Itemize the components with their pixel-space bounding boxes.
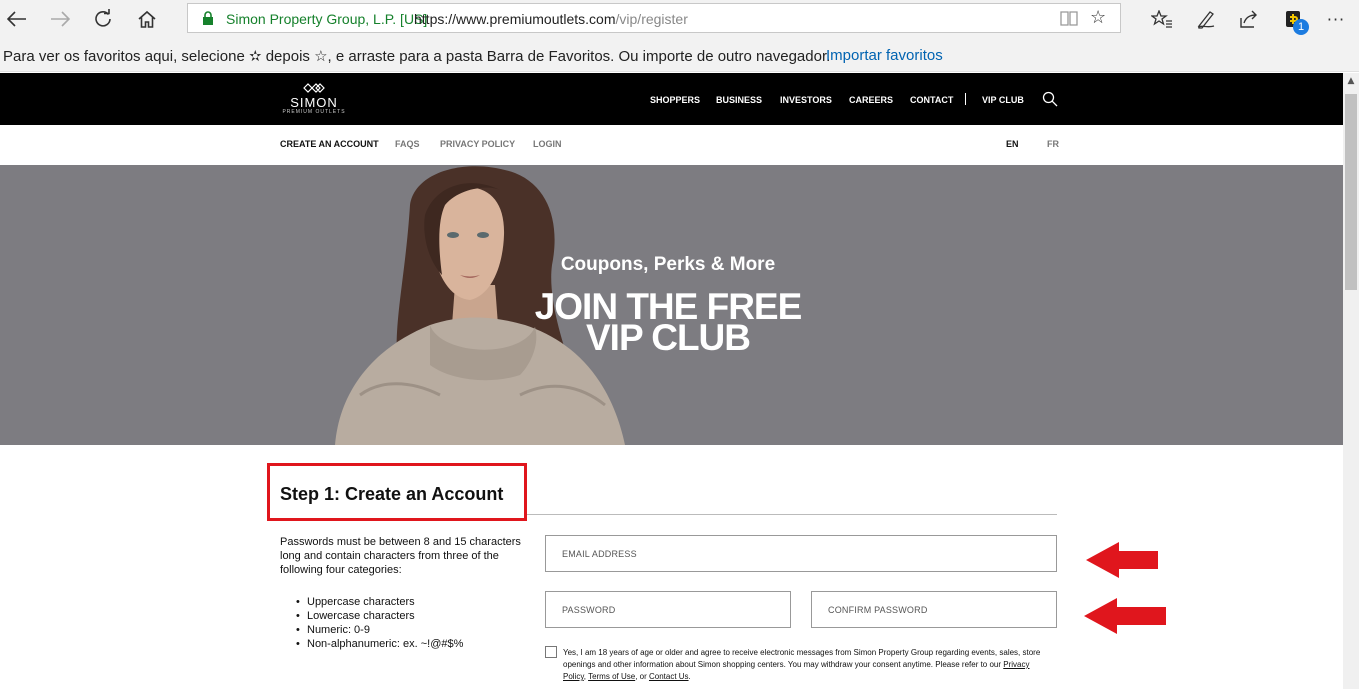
- url-path: /vip/register: [615, 11, 688, 27]
- share-icon[interactable]: [1235, 5, 1263, 33]
- password-rule: Numeric: 0-9: [296, 623, 463, 637]
- browser-toolbar: Simon Property Group, L.P. [US] https://…: [0, 0, 1359, 38]
- email-field[interactable]: [545, 535, 1057, 572]
- import-favorites-link[interactable]: Importar favoritos: [826, 47, 943, 64]
- scrollbar-thumb[interactable]: [1345, 94, 1357, 290]
- subnav-faqs[interactable]: FAQS: [395, 139, 420, 149]
- sub-navigation: CREATE AN ACCOUNT FAQS PRIVACY POLICY LO…: [0, 125, 1343, 165]
- scroll-up-icon[interactable]: ▲: [1343, 73, 1359, 89]
- logo-mark-icon: [303, 83, 325, 93]
- subnav-login[interactable]: LOGIN: [533, 139, 562, 149]
- red-arrow-annotation-icon: [1084, 598, 1166, 634]
- nav-business[interactable]: BUSINESS: [716, 95, 762, 105]
- consent-checkbox[interactable]: [545, 646, 557, 658]
- logo-subtitle: PREMIUM OUTLETS: [282, 109, 346, 115]
- password-requirements-text: Passwords must be between 8 and 15 chara…: [280, 536, 521, 576]
- favorites-bar: Para ver os favoritos aqui, selecione ✫ …: [0, 38, 1359, 72]
- favorites-hub-icon[interactable]: [1148, 5, 1176, 33]
- home-icon[interactable]: [133, 5, 161, 33]
- url-text[interactable]: https://www.premiumoutlets.com/vip/regis…: [414, 11, 688, 27]
- extension-badge: 1: [1293, 19, 1309, 35]
- contact-us-link[interactable]: Contact Us: [649, 672, 689, 681]
- hero-title-line-2: VIP CLUB: [585, 317, 751, 358]
- favorites-bar-message: Para ver os favoritos aqui, selecione ✫ …: [3, 48, 831, 65]
- nav-careers[interactable]: CAREERS: [849, 95, 893, 105]
- lock-icon: [203, 11, 213, 25]
- favorite-star-icon[interactable]: ☆: [1090, 7, 1106, 28]
- language-en[interactable]: EN: [1006, 139, 1019, 149]
- consent-end: .: [688, 672, 691, 681]
- password-rule: Lowercase characters: [296, 609, 463, 623]
- site-header: SIMON PREMIUM OUTLETS SHOPPERS BUSINESS …: [0, 73, 1343, 125]
- more-icon[interactable]: ···: [1322, 5, 1350, 33]
- simon-logo[interactable]: SIMON PREMIUM OUTLETS: [281, 83, 347, 117]
- password-field[interactable]: [545, 591, 791, 628]
- subnav-create-account[interactable]: CREATE AN ACCOUNT: [280, 139, 379, 149]
- site-identity[interactable]: Simon Property Group, L.P. [US]: [226, 11, 427, 27]
- hero-banner: Coupons, Perks & More JOIN THE FREE VIP …: [0, 165, 1343, 445]
- consent-or: , or: [635, 672, 649, 681]
- password-rule: Non-alphanumeric: ex. ~!@#$%: [296, 637, 463, 651]
- page-viewport: SIMON PREMIUM OUTLETS SHOPPERS BUSINESS …: [0, 73, 1343, 689]
- step-title: Step 1: Create an Account: [280, 484, 504, 504]
- password-rules-list: Uppercase characters Lowercase character…: [296, 595, 463, 651]
- forward-arrow-icon[interactable]: [46, 5, 74, 33]
- nav-vip-club[interactable]: VIP CLUB: [982, 95, 1024, 105]
- section-divider: [527, 514, 1057, 515]
- nav-divider: [965, 93, 966, 105]
- hero-subtitle: Coupons, Perks & More: [560, 254, 776, 275]
- nav-investors[interactable]: INVESTORS: [780, 95, 832, 105]
- url-host: https://www.premiumoutlets.com: [414, 11, 616, 27]
- back-arrow-icon[interactable]: [3, 5, 31, 33]
- address-bar[interactable]: Simon Property Group, L.P. [US] https://…: [187, 3, 1121, 33]
- password-rule: Uppercase characters: [296, 595, 463, 609]
- pen-icon[interactable]: [1192, 5, 1220, 33]
- language-fr[interactable]: FR: [1047, 139, 1059, 149]
- consent-text: Yes, I am 18 years of age or older and a…: [563, 647, 1048, 683]
- nav-contact[interactable]: CONTACT: [910, 95, 953, 105]
- reading-view-icon[interactable]: [1060, 10, 1078, 26]
- terms-of-use-link[interactable]: Terms of Use: [588, 672, 635, 681]
- red-arrow-annotation-icon: [1086, 542, 1158, 578]
- logo-word: SIMON: [290, 95, 338, 110]
- hero-title: JOIN THE FREE VIP CLUB: [468, 288, 868, 358]
- consent-body: Yes, I am 18 years of age or older and a…: [563, 648, 1041, 669]
- search-icon[interactable]: [1042, 91, 1058, 107]
- nav-shoppers[interactable]: SHOPPERS: [650, 95, 700, 105]
- refresh-icon[interactable]: [89, 5, 117, 33]
- confirm-password-field[interactable]: [811, 591, 1057, 628]
- subnav-privacy-policy[interactable]: PRIVACY POLICY: [440, 139, 515, 149]
